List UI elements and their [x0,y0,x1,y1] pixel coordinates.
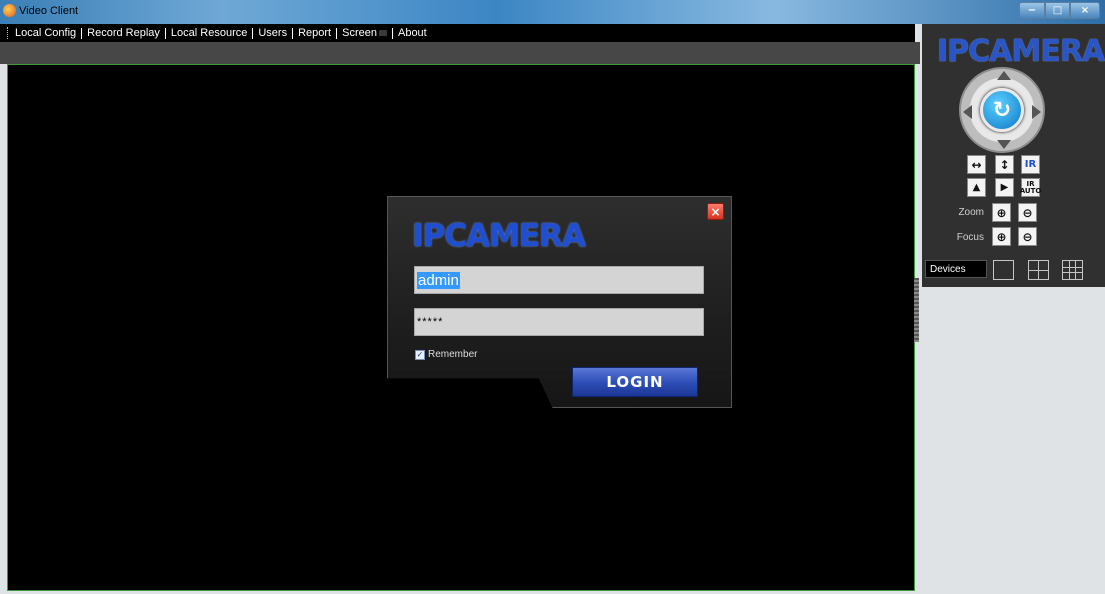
layout-4-icon[interactable] [1028,260,1049,280]
zoom-label: Zoom [958,207,984,218]
password-value: ***** [417,316,444,328]
username-value: admin [417,271,460,289]
flip-horizontal-icon[interactable]: ↔ [967,155,986,174]
menu-about[interactable]: About [391,27,432,39]
devices-button[interactable]: Devices [925,260,987,278]
mirror-icon[interactable]: ▲ [967,178,986,197]
menu-record-replay[interactable]: Record Replay [81,27,165,39]
menu-local-config[interactable]: Local Config [13,27,81,39]
maximize-button[interactable]: □ [1045,2,1070,19]
ptz-cruise-icon[interactable]: ↻ [980,88,1024,132]
menu-grip [7,27,10,39]
remember-option[interactable]: ✓ Remember [415,349,477,360]
title-bar: Video Client − □ × [0,0,1105,24]
minimize-button[interactable]: − [1019,2,1045,19]
panel-logo: IPCAMERA [937,34,1105,69]
ir-button[interactable]: IR [1021,155,1040,174]
dialog-close-icon[interactable]: × [707,203,724,220]
screen-toggle-icon [378,29,387,36]
toolbar-strip [0,42,920,64]
ptz-control: ↻ [959,67,1045,153]
menu-screen[interactable]: Screen [336,26,392,39]
menu-bar: Local Config Record Replay Local Resourc… [0,24,915,42]
remember-checkbox[interactable]: ✓ [415,349,425,360]
window-title: Video Client [19,5,79,17]
password-field[interactable]: ***** [414,308,704,336]
app-icon [3,4,16,17]
username-field[interactable]: admin [414,266,704,294]
flip-vertical-icon[interactable]: ↕ [995,155,1014,174]
ptz-left-icon[interactable] [963,105,972,119]
close-window-button[interactable]: × [1070,2,1100,19]
ir-auto-button[interactable]: IR AUTO [1019,178,1042,197]
control-panel: IPCAMERA ↻ ↔ ↕ IR ▲ ▶ IR AUTO Zoom ⊕ ⊖ F… [922,24,1105,287]
login-logo: IPCAMERA [412,218,586,254]
zoom-out-icon[interactable]: ⊖ [1018,203,1037,222]
menu-users[interactable]: Users [252,27,292,39]
focus-label: Focus [956,232,984,243]
ir-auto-bottom: AUTO [1019,186,1042,195]
layout-9-icon[interactable] [1062,260,1083,280]
remember-label: Remember [428,349,478,360]
layout-1-icon[interactable] [993,260,1014,280]
play-icon[interactable]: ▶ [995,178,1014,197]
login-button[interactable]: LOGIN [572,367,698,397]
panel-splitter[interactable] [914,278,919,342]
menu-screen-label: Screen [342,26,377,39]
focus-in-icon[interactable]: ⊕ [992,227,1011,246]
login-dialog: × IPCAMERA admin ***** ✓ Remember LOGIN [387,196,732,408]
zoom-in-icon[interactable]: ⊕ [992,203,1011,222]
ptz-down-icon[interactable] [997,140,1011,149]
menu-report[interactable]: Report [292,27,336,39]
focus-out-icon[interactable]: ⊖ [1018,227,1037,246]
ptz-up-icon[interactable] [997,71,1011,80]
ptz-right-icon[interactable] [1032,105,1041,119]
menu-local-resource[interactable]: Local Resource [164,27,252,39]
video-client-window: Video Client − □ × Local Config Record R… [0,0,1105,594]
